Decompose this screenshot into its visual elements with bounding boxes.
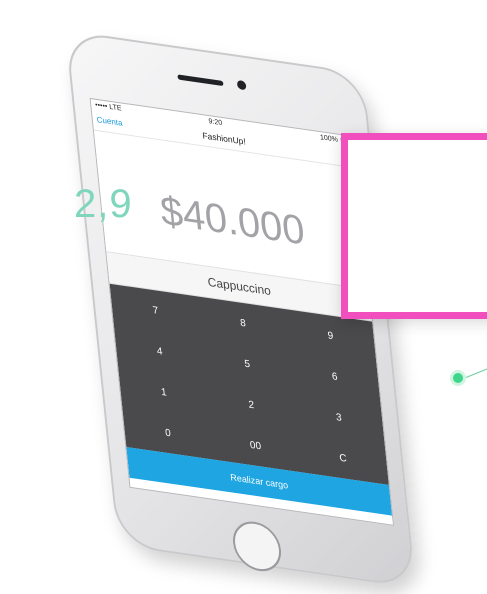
status-time: 9:20	[208, 118, 223, 128]
connector-dot	[450, 370, 466, 386]
marketing-scene: ••••• LTE 9:20 100% Cuenta FashionUp! $4…	[0, 0, 487, 589]
connector-line	[465, 365, 487, 378]
charge-amount: $40.000	[158, 188, 307, 254]
status-carrier: ••••• LTE	[94, 101, 122, 113]
callout-value: 2,9	[74, 182, 133, 226]
callout-card	[341, 133, 487, 319]
status-battery: 100%	[319, 134, 339, 144]
